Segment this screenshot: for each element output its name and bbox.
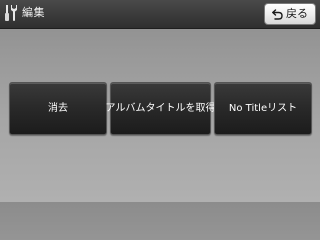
header-bar: 編集 戻る <box>0 0 320 29</box>
no-title-list-button-label: No Titleリスト <box>228 102 298 114</box>
get-album-title-button-label: アルバムタイトルを取得 <box>105 102 216 114</box>
get-album-title-button[interactable]: アルバムタイトルを取得 <box>106 82 215 135</box>
return-arrow-icon <box>272 8 283 20</box>
delete-button-label: 消去 <box>48 102 68 114</box>
delete-button[interactable]: 消去 <box>9 82 107 135</box>
back-button[interactable]: 戻る <box>264 3 316 25</box>
no-title-list-button[interactable]: No Titleリスト <box>214 82 312 135</box>
page-title: 編集 <box>22 6 45 19</box>
back-button-label: 戻る <box>286 7 308 20</box>
wrench-screwdriver-icon <box>5 5 17 21</box>
